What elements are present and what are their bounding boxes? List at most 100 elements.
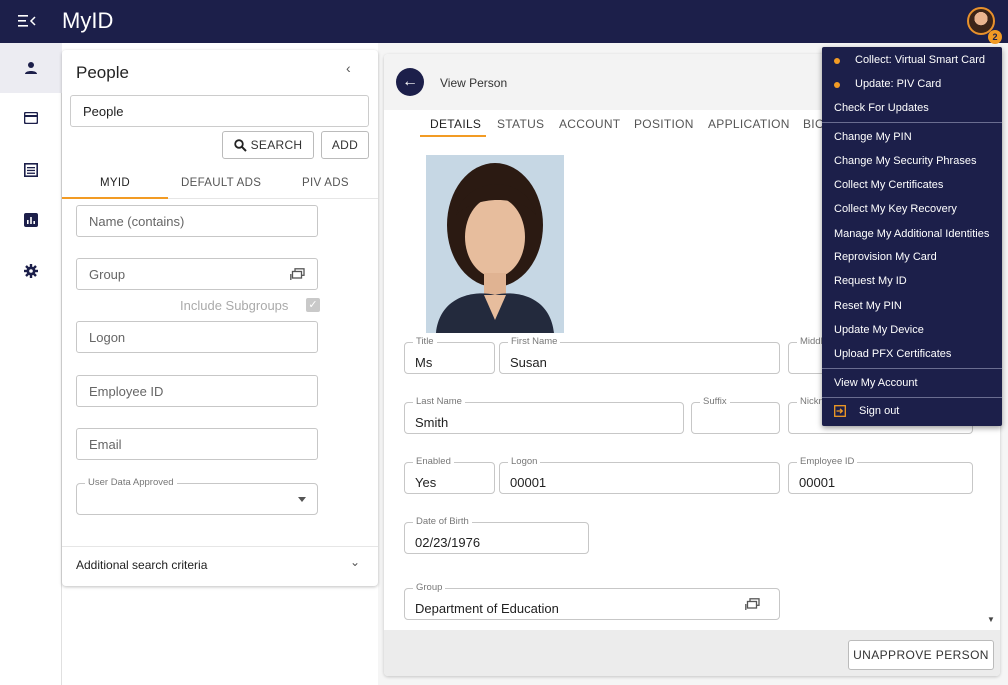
category-select[interactable]: People <box>70 95 369 127</box>
menu-collect-my-certificates[interactable]: Collect My Certificates <box>834 179 943 191</box>
pending-indicator-icon <box>834 58 840 64</box>
date-of-birth-value: 02/23/1976 <box>415 535 481 550</box>
menu-collapse-icon[interactable] <box>18 13 36 29</box>
rail-people[interactable] <box>0 43 62 93</box>
user-menu: Collect: Virtual Smart Card Update: PIV … <box>822 47 1002 426</box>
logon-display-field[interactable]: Logon 00001 <box>499 456 780 494</box>
title-field[interactable]: Title Ms <box>404 336 495 374</box>
search-button[interactable]: SEARCH <box>222 131 314 159</box>
date-of-birth-field[interactable]: Date of Birth 02/23/1976 <box>404 516 589 554</box>
user-data-approved-label: User Data Approved <box>85 477 177 488</box>
menu-request-my-id[interactable]: Request My ID <box>834 275 907 287</box>
group-value: Department of Education <box>415 601 559 616</box>
user-data-approved-select[interactable]: User Data Approved <box>76 477 318 515</box>
rail-settings[interactable] <box>0 246 62 296</box>
employee-id-display-field[interactable]: Employee ID 00001 <box>788 456 973 494</box>
top-bar: MyID 2 <box>0 0 1008 44</box>
rail-cards[interactable] <box>0 93 62 143</box>
gear-icon <box>24 264 38 278</box>
title-field-label: Title <box>413 336 437 347</box>
chart-icon <box>24 213 38 227</box>
search-icon <box>233 138 247 152</box>
scroll-down-icon[interactable]: ▼ <box>987 615 995 624</box>
menu-change-my-pin[interactable]: Change My PIN <box>834 131 912 143</box>
logon-label: Logon <box>508 456 541 467</box>
last-name-value: Smith <box>415 415 449 430</box>
menu-divider <box>822 368 1002 369</box>
unapprove-person-button[interactable]: UNAPPROVE PERSON <box>848 640 994 670</box>
sign-out-icon <box>834 405 846 417</box>
card-icon <box>24 112 38 124</box>
active-tab-indicator <box>420 135 486 137</box>
suffix-field[interactable]: Suffix <box>691 396 780 434</box>
person-photo <box>426 155 564 333</box>
group-picker-icon[interactable] <box>745 598 760 611</box>
logon-field[interactable]: Logon <box>76 321 318 353</box>
tab-details[interactable]: DETAILS <box>430 117 481 131</box>
tab-piv-ads[interactable]: PIV ADS <box>302 177 349 189</box>
menu-check-for-updates[interactable]: Check For Updates <box>834 102 929 114</box>
additional-criteria-toggle[interactable]: Additional search criteria <box>76 558 207 572</box>
menu-sign-out[interactable]: Sign out <box>859 405 899 417</box>
tab-position[interactable]: POSITION <box>634 117 694 131</box>
employee-id-field[interactable]: Employee ID <box>76 375 318 407</box>
group-label: Group <box>413 582 446 593</box>
active-tab-indicator <box>62 197 168 199</box>
menu-collect-my-key-recovery[interactable]: Collect My Key Recovery <box>834 203 957 215</box>
menu-manage-additional-identities[interactable]: Manage My Additional Identities <box>834 228 989 240</box>
first-name-value: Susan <box>510 355 547 370</box>
menu-update-my-device[interactable]: Update My Device <box>834 324 924 336</box>
include-subgroups-checkbox[interactable]: ✓ <box>306 298 320 312</box>
logon-value: 00001 <box>510 475 547 490</box>
group-field[interactable]: Group <box>76 258 318 290</box>
title-field-value: Ms <box>415 355 433 370</box>
menu-reset-my-pin[interactable]: Reset My PIN <box>834 300 902 312</box>
tab-default-ads[interactable]: DEFAULT ADS <box>181 177 261 189</box>
suffix-label: Suffix <box>700 396 730 407</box>
tab-application[interactable]: APPLICATION <box>708 117 790 131</box>
enabled-field[interactable]: Enabled Yes <box>404 456 495 494</box>
tab-status[interactable]: STATUS <box>497 117 544 131</box>
first-name-field[interactable]: First Name Susan <box>499 336 780 374</box>
menu-change-my-security-phrases[interactable]: Change My Security Phrases <box>834 155 976 167</box>
chevron-left-icon[interactable]: ‹ <box>346 60 351 76</box>
group-picker-icon[interactable] <box>290 267 305 281</box>
group-field-placeholder: Group <box>89 266 126 282</box>
add-button[interactable]: ADD <box>321 131 369 159</box>
include-subgroups-label: Include Subgroups <box>180 298 289 313</box>
people-icon <box>25 62 37 74</box>
last-name-label: Last Name <box>413 396 465 407</box>
enabled-value: Yes <box>415 475 437 490</box>
menu-reprovision-my-card[interactable]: Reprovision My Card <box>834 251 937 263</box>
dropdown-arrow-icon <box>298 497 306 502</box>
chevron-down-icon[interactable]: ⌄ <box>350 555 360 569</box>
tab-myid[interactable]: MYID <box>100 177 130 189</box>
search-button-label: SEARCH <box>250 138 303 152</box>
menu-update-piv-card[interactable]: Update: PIV Card <box>855 78 941 90</box>
last-name-field[interactable]: Last Name Smith <box>404 396 684 434</box>
tab-account[interactable]: ACCOUNT <box>559 117 620 131</box>
menu-divider <box>822 397 1002 398</box>
pending-indicator-icon <box>834 82 840 88</box>
criteria-divider <box>62 546 378 547</box>
menu-view-my-account[interactable]: View My Account <box>834 377 918 389</box>
notification-badge: 2 <box>988 30 1002 44</box>
report-icon <box>24 163 38 177</box>
date-of-birth-label: Date of Birth <box>413 516 472 527</box>
employee-id-label: Employee ID <box>797 456 858 467</box>
first-name-label: First Name <box>508 336 561 347</box>
email-field[interactable]: Email <box>76 428 318 460</box>
people-search-card: People ‹ People SEARCH ADD MYID DEFAULT … <box>62 50 378 586</box>
menu-upload-pfx-certificates[interactable]: Upload PFX Certificates <box>834 348 951 360</box>
enabled-label: Enabled <box>413 456 454 467</box>
app-title: MyID <box>62 8 114 33</box>
rail-charts[interactable] <box>0 195 62 245</box>
menu-divider <box>822 122 1002 123</box>
nav-rail <box>0 43 62 685</box>
name-field[interactable]: Name (contains) <box>76 205 318 237</box>
view-person-title: View Person <box>440 76 508 90</box>
rail-reports[interactable] <box>0 145 62 195</box>
back-button[interactable]: ← <box>396 68 424 96</box>
menu-collect-virtual-smart-card[interactable]: Collect: Virtual Smart Card <box>855 54 985 66</box>
group-display-field[interactable]: Group Department of Education <box>404 582 780 620</box>
